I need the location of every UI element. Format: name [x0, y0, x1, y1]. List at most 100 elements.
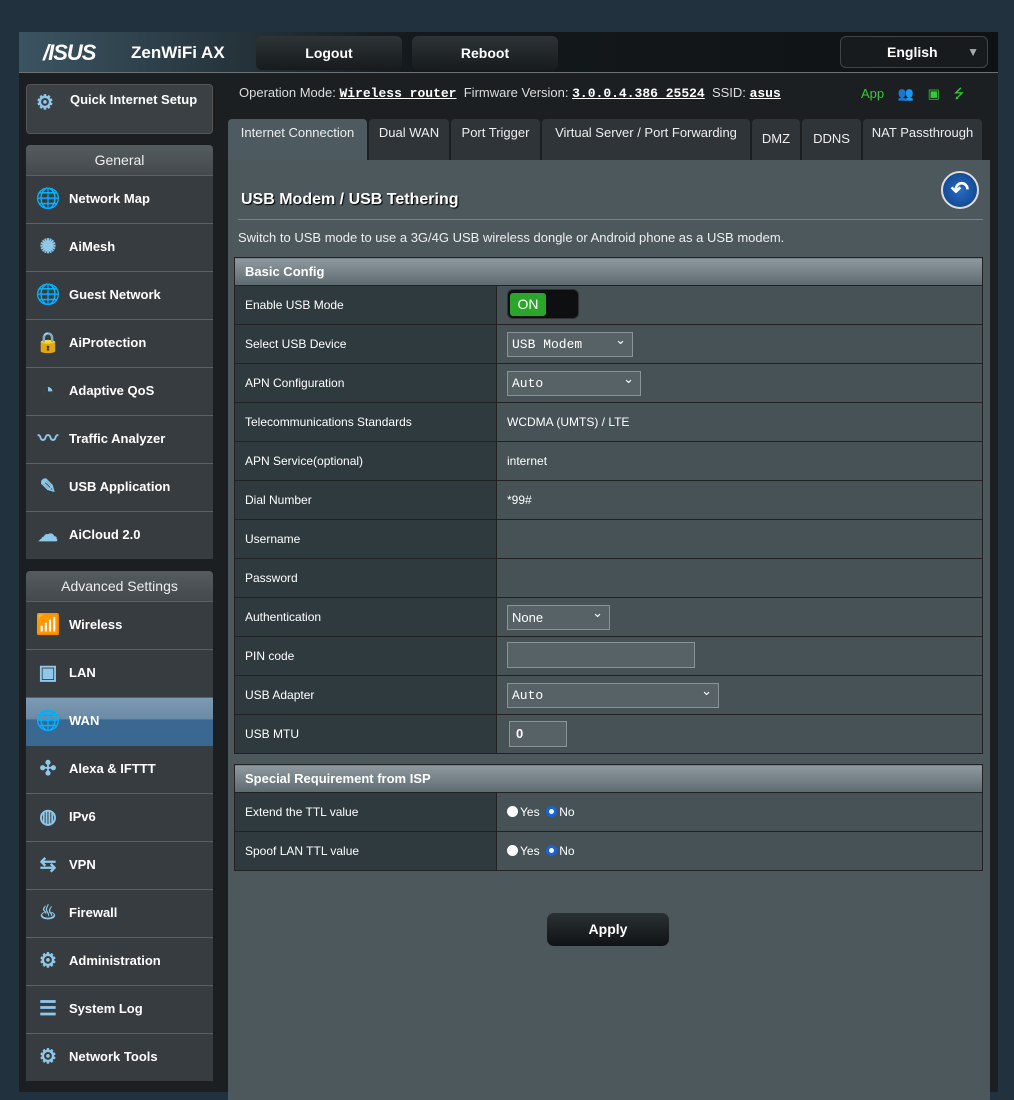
password-value — [496, 558, 983, 598]
advanced-group: Advanced Settings 📶 Wireless ▣ LAN 🌐 WAN ✣ Alex… — [26, 571, 213, 1081]
isp-header: Special Requirement from ISP — [234, 764, 983, 793]
traffic-analyzer-icon: 〰 — [38, 428, 58, 450]
apn-service-label: APN Service(optional) — [234, 441, 497, 481]
sidebar-item-alexa-ifttt[interactable]: ✣ Alexa & IFTTT — [26, 745, 213, 793]
spoof-ttl-yes-radio[interactable] — [507, 845, 518, 856]
username-value — [496, 519, 983, 559]
ssid-link[interactable]: asus — [750, 86, 781, 101]
sidebar-item-system-log[interactable]: ☰ System Log — [26, 985, 213, 1033]
authentication-select[interactable]: None — [507, 602, 610, 630]
telecom-value: WCDMA (UMTS) / LTE — [496, 402, 983, 442]
sidebar-item-traffic-analyzer[interactable]: 〰 Traffic Analyzer — [26, 415, 213, 463]
apn-service-value: internet — [496, 441, 983, 481]
isp-table: Special Requirement from ISP Extend the … — [234, 764, 983, 871]
adaptive-qos-icon: ◔ — [41, 380, 55, 402]
tab-internet-connection[interactable]: Internet Connection — [228, 119, 367, 161]
app-link[interactable]: App — [861, 86, 884, 101]
administration-icon: ⚙ — [39, 950, 57, 972]
spoof-ttl-no-radio[interactable] — [546, 845, 558, 856]
usb-icon[interactable]: ⭍ — [954, 86, 965, 101]
quick-internet-setup[interactable]: ⚙ Quick Internet Setup — [26, 84, 213, 134]
sidebar-item-lan[interactable]: ▣ LAN — [26, 649, 213, 697]
firmware-link[interactable]: 3.0.0.4.386_25524 — [572, 86, 705, 101]
tab-dmz[interactable]: DMZ — [752, 119, 800, 161]
usb-device-label: Select USB Device — [234, 324, 497, 364]
wizard-icon: ⚙ — [36, 92, 54, 114]
wan-icon: 🌐 — [35, 710, 61, 732]
sidebar-item-label: Wireless — [69, 617, 123, 632]
sidebar-item-label: LAN — [69, 665, 96, 680]
sidebar-item-administration[interactable]: ⚙ Administration — [26, 937, 213, 985]
aicloud-2-0-icon: ☁ — [38, 524, 58, 546]
usb-mtu-input[interactable]: 0 — [509, 721, 567, 747]
aimesh-icon: ✺ — [39, 236, 57, 258]
sidebar-item-guest-network[interactable]: 🌐 Guest Network — [26, 271, 213, 319]
reboot-button[interactable]: Reboot — [412, 36, 558, 70]
devices-icon[interactable]: ▣ — [928, 86, 940, 101]
sidebar-item-network-map[interactable]: 🌐 Network Map — [26, 175, 213, 223]
top-header: /ISUS ZenWiFi AX Logout Reboot English ▼ — [19, 32, 998, 73]
usb-application-icon: ✎ — [39, 476, 57, 498]
tab-ddns[interactable]: DDNS — [802, 119, 861, 161]
sidebar-item-label: AiCloud 2.0 — [69, 527, 141, 542]
pin-code-input[interactable] — [507, 641, 695, 668]
sidebar-item-aicloud-2-0[interactable]: ☁ AiCloud 2.0 — [26, 511, 213, 559]
enable-usb-label: Enable USB Mode — [234, 285, 497, 325]
toggle-state: ON — [510, 292, 546, 316]
mode-label: Operation Mode: — [239, 85, 336, 100]
sidebar-item-label: Firewall — [69, 905, 118, 920]
sidebar-item-wan[interactable]: 🌐 WAN — [26, 697, 213, 745]
operation-mode-link[interactable]: Wireless router — [339, 86, 456, 101]
clients-icon[interactable]: 👥 — [898, 86, 914, 101]
extend-ttl-label: Extend the TTL value — [234, 792, 497, 832]
network-map-icon: 🌐 — [35, 188, 61, 210]
qis-label: Quick Internet Setup — [70, 92, 198, 107]
tab-dual-wan[interactable]: Dual WAN — [369, 119, 449, 161]
asus-logo: /ISUS — [43, 40, 96, 65]
dropdown-arrow-icon: ▼ — [967, 45, 979, 59]
vpn-icon: ⇆ — [39, 854, 57, 876]
divider — [238, 219, 983, 220]
usb-adapter-select[interactable]: Auto — [507, 680, 719, 708]
sidebar-item-network-tools[interactable]: ⚙ Network Tools — [26, 1033, 213, 1081]
apn-config-select[interactable]: Auto — [507, 368, 641, 396]
logout-button[interactable]: Logout — [256, 36, 402, 70]
sidebar-item-aimesh[interactable]: ✺ AiMesh — [26, 223, 213, 271]
sidebar-item-ipv6[interactable]: ◍ IPv6 — [26, 793, 213, 841]
tab-virtual-server[interactable]: Virtual Server / Port Forwarding — [542, 119, 750, 161]
ssid-label: SSID: — [711, 85, 746, 100]
sidebar-item-label: WAN — [69, 713, 100, 728]
sidebar-item-label: Guest Network — [69, 287, 161, 302]
sidebar-item-label: Adaptive QoS — [69, 383, 155, 398]
sidebar-item-aiprotection[interactable]: 🔒 AiProtection — [26, 319, 213, 367]
pin-code-label: PIN code — [234, 636, 497, 676]
sidebar-item-usb-application[interactable]: ✎ USB Application — [26, 463, 213, 511]
tab-nat-passthrough[interactable]: NAT Passthrough — [863, 119, 982, 161]
sidebar-item-firewall[interactable]: ♨ Firewall — [26, 889, 213, 937]
basic-config-table: Basic Config Enable USB Mode ON Select US… — [234, 257, 983, 754]
enable-usb-toggle[interactable]: ON — [507, 288, 579, 319]
usb-device-select[interactable]: USB Modem — [507, 329, 633, 357]
content-panel: USB Modem / USB Tethering ↶ Switch to US… — [228, 160, 990, 1100]
extend-ttl-no-radio[interactable] — [546, 806, 558, 817]
guest-network-icon: 🌐 — [35, 284, 61, 306]
sidebar-item-label: Traffic Analyzer — [69, 431, 166, 446]
language-select[interactable]: English ▼ — [840, 36, 988, 68]
sidebar-item-vpn[interactable]: ⇆ VPN — [26, 841, 213, 889]
spoof-ttl-label: Spoof LAN TTL value — [234, 831, 497, 871]
extend-ttl-yes-radio[interactable] — [507, 806, 518, 817]
sidebar-item-label: IPv6 — [69, 809, 96, 824]
sidebar-item-label: Alexa & IFTTT — [69, 761, 156, 776]
back-icon[interactable]: ↶ — [941, 171, 979, 209]
sidebar-item-wireless[interactable]: 📶 Wireless — [26, 601, 213, 649]
sidebar-item-adaptive-qos[interactable]: ◔ Adaptive QoS — [26, 367, 213, 415]
apn-config-label: APN Configuration — [234, 363, 497, 403]
sidebar-item-label: System Log — [69, 1001, 143, 1016]
tab-port-trigger[interactable]: Port Trigger — [451, 119, 540, 161]
aiprotection-icon: 🔒 — [35, 332, 61, 354]
sidebar-item-label: USB Application — [69, 479, 171, 494]
dial-number-label: Dial Number — [234, 480, 497, 520]
product-name: ZenWiFi AX — [131, 43, 225, 62]
general-group: General 🌐 Network Map ✺ AiMesh 🌐 Guest Networ… — [26, 145, 213, 559]
apply-button[interactable]: Apply — [547, 913, 669, 946]
